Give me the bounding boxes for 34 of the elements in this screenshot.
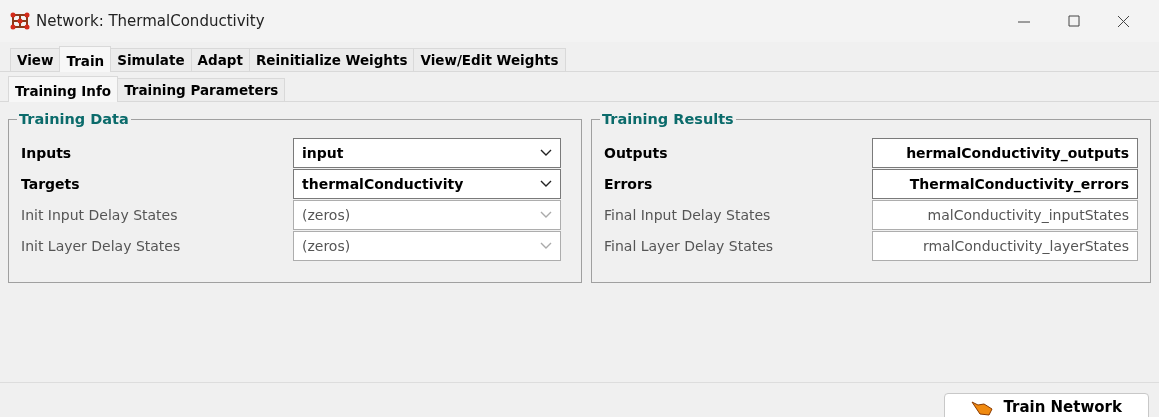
chevron-down-icon	[540, 242, 552, 250]
tab[interactable]: Reinitialize Weights	[248, 48, 415, 71]
field-label: Targets	[21, 175, 81, 194]
dropdown-value: (zeros)	[302, 236, 351, 256]
dropdown-value: input	[302, 143, 344, 163]
tab[interactable]: View	[10, 48, 61, 71]
network-icon	[10, 12, 30, 30]
tab[interactable]: Train	[59, 46, 112, 72]
dropdown-value: thermalConductivity	[302, 174, 464, 194]
tab[interactable]: View/Edit Weights	[413, 48, 566, 71]
dropdown-value: (zeros)	[302, 205, 351, 225]
chevron-down-icon	[540, 180, 552, 188]
text-field[interactable]: hermalConductivity_outputs	[872, 138, 1138, 168]
field-label: Init Input Delay States	[21, 206, 179, 225]
window-title: Network: ThermalConductivity	[36, 10, 265, 32]
tab[interactable]: Simulate	[110, 48, 192, 71]
field-label: Inputs	[21, 144, 73, 163]
tab[interactable]: Training Info	[8, 76, 119, 102]
chevron-down-icon	[540, 149, 552, 157]
train-network-button[interactable]: Train Network	[944, 393, 1149, 417]
dropdown[interactable]: input	[293, 138, 561, 168]
maximize-icon[interactable]	[1065, 13, 1083, 29]
tab[interactable]: Training Parameters	[117, 78, 286, 101]
field-label: Final Layer Delay States	[604, 237, 775, 256]
chevron-down-icon	[540, 211, 552, 219]
field-label: Final Input Delay States	[604, 206, 772, 225]
field-label: Errors	[604, 175, 654, 194]
field-label: Outputs	[604, 144, 669, 163]
text-field: malConductivity_inputStates	[872, 200, 1138, 230]
field-label: Init Layer Delay States	[21, 237, 182, 256]
text-field[interactable]: ThermalConductivity_errors	[872, 169, 1138, 199]
dropdown[interactable]: thermalConductivity	[293, 169, 561, 199]
tab[interactable]: Adapt	[190, 48, 250, 71]
text-field: rmalConductivity_layerStates	[872, 231, 1138, 261]
